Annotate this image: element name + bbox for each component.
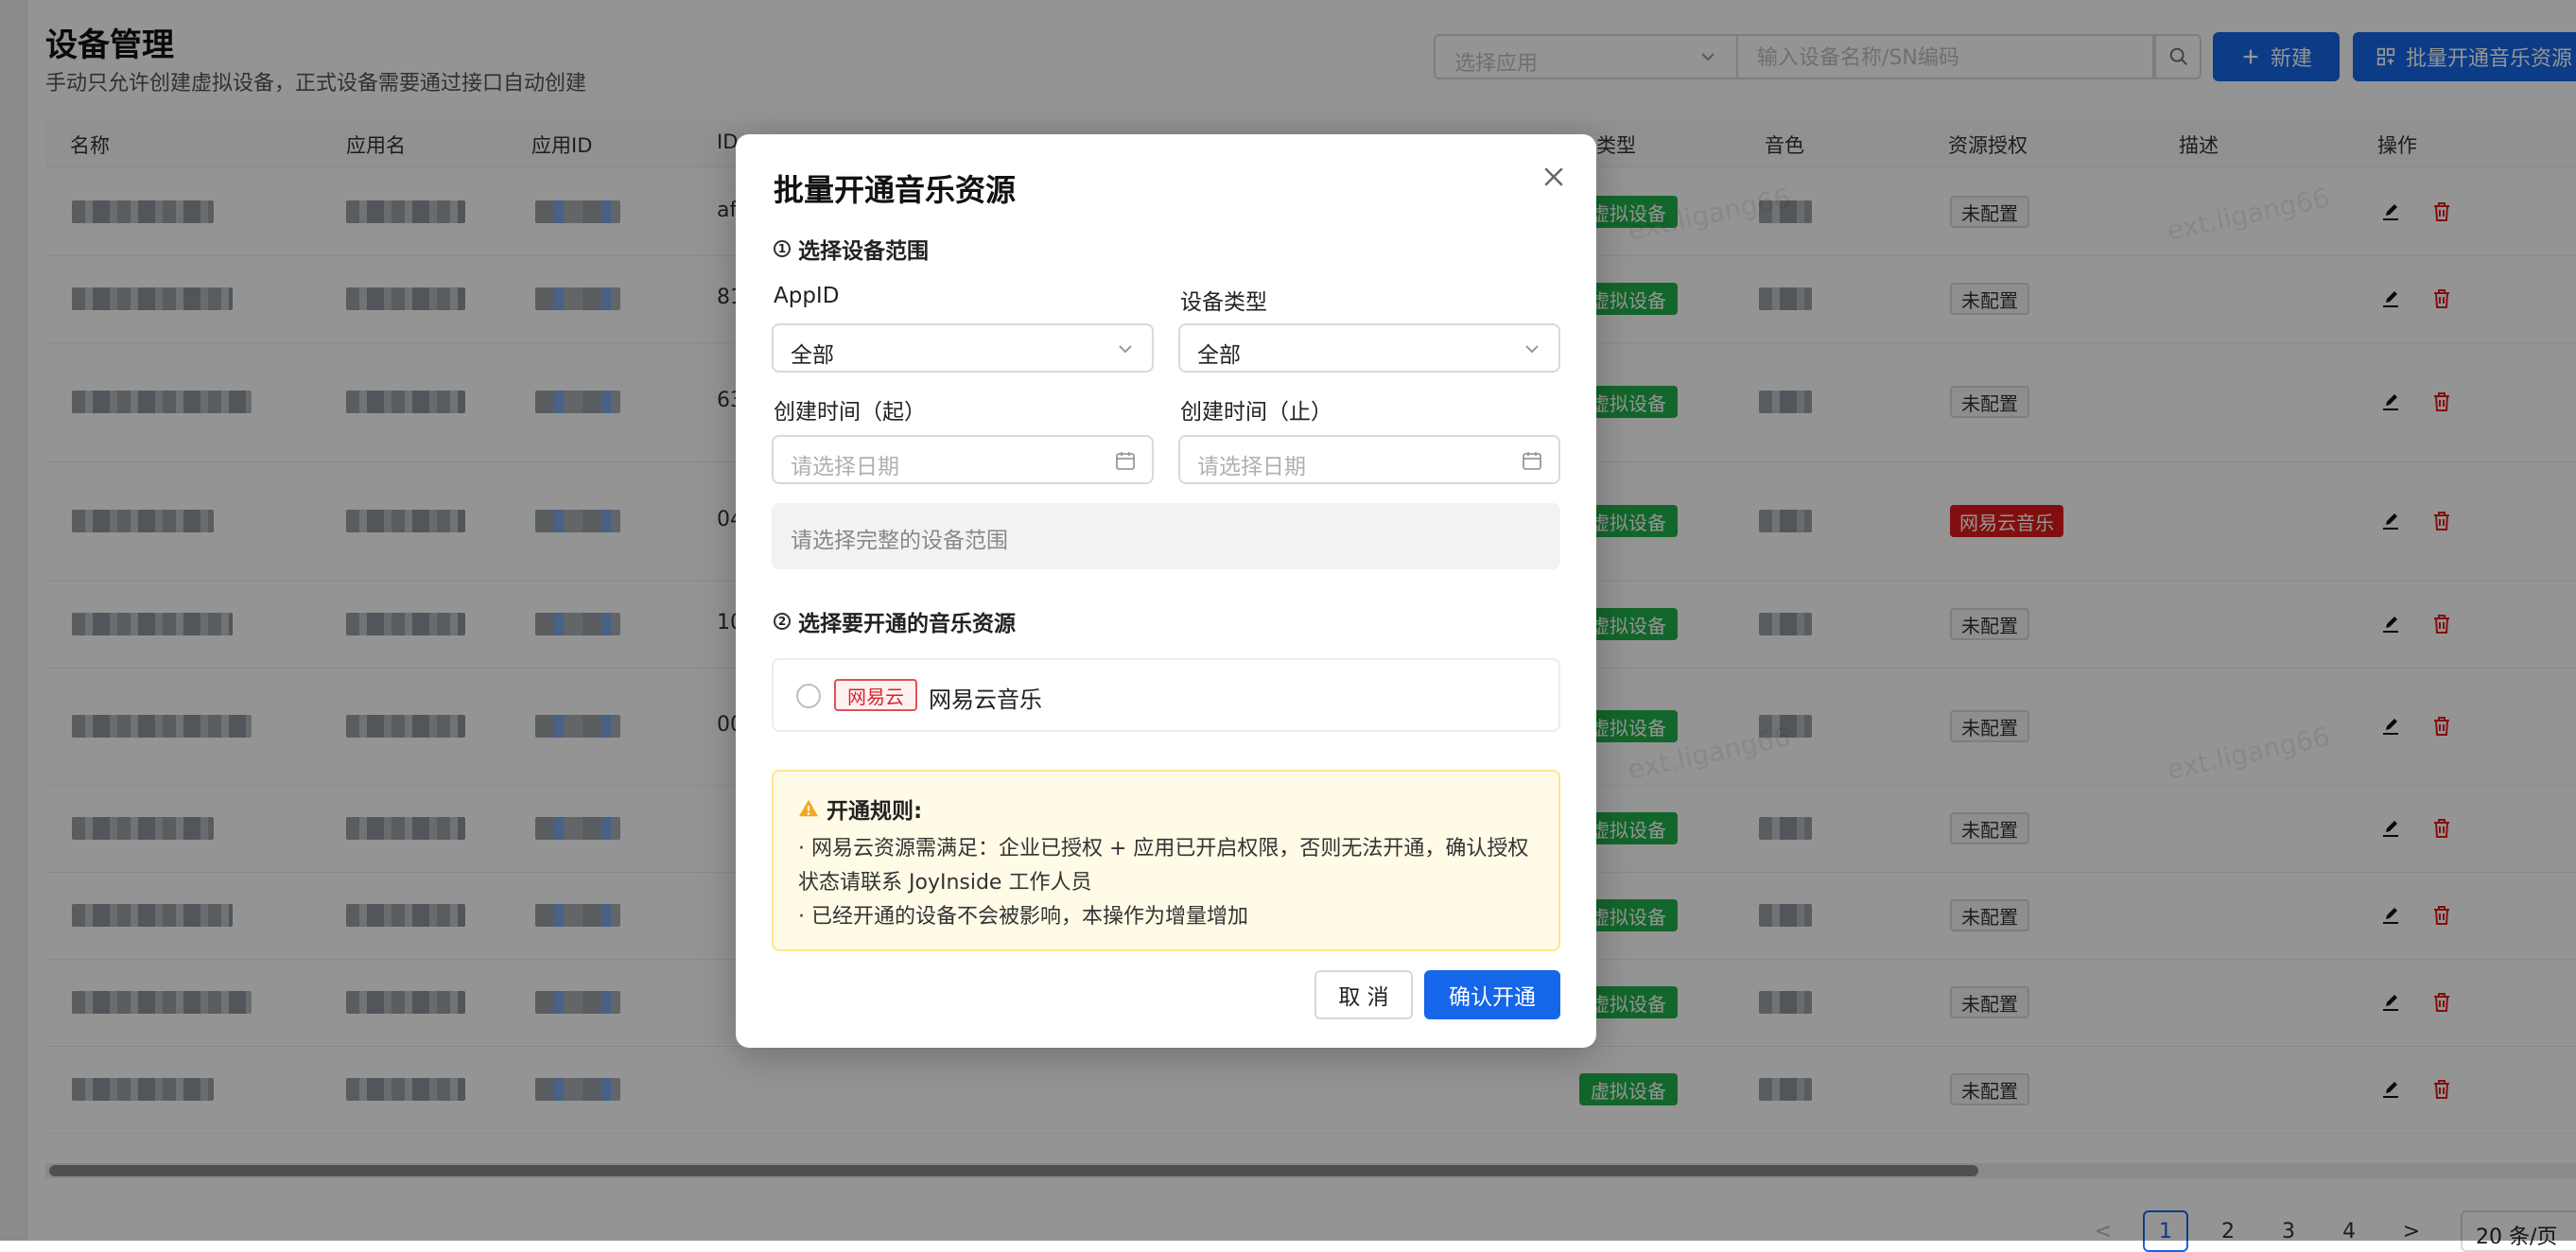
range-hint-text: 请选择完整的设备范围 (791, 529, 1008, 553)
appid-value: 全部 (791, 343, 834, 368)
appid-label: AppID (774, 284, 840, 308)
end-date-placeholder: 请选择日期 (1197, 455, 1306, 479)
close-icon[interactable] (1540, 163, 1568, 191)
end-date-picker[interactable]: 请选择日期 (1178, 435, 1560, 484)
step1-title: 选择设备范围 (798, 239, 929, 264)
resource-radio[interactable] (796, 684, 821, 708)
step2-number: 2 (774, 613, 791, 630)
activation-rules: 开通规则: · 网易云资源需满足：企业已授权 + 应用已开启权限，否则无法开通，… (772, 770, 1560, 951)
warning-icon (798, 799, 819, 817)
end-date-label: 创建时间（止） (1180, 400, 1332, 425)
rule-line-2: · 已经开通的设备不会被影响，本操作为增量增加 (798, 905, 1248, 929)
start-date-label: 创建时间（起） (774, 400, 926, 425)
rules-title: 开通规则: (827, 799, 923, 824)
step2-title: 选择要开通的音乐资源 (798, 612, 1016, 636)
step2-heading: 2 选择要开通的音乐资源 (774, 605, 1016, 637)
start-date-picker[interactable]: 请选择日期 (772, 435, 1154, 484)
batch-music-modal: 批量开通音乐资源 1 选择设备范围 AppID 全部 设备类型 全部 创建时间（… (736, 134, 1596, 1048)
resource-name: 网易云音乐 (929, 687, 1042, 713)
confirm-activate-button[interactable]: 确认开通 (1424, 970, 1560, 1019)
device-type-label: 设备类型 (1180, 290, 1267, 315)
device-type-select[interactable]: 全部 (1178, 323, 1560, 373)
cancel-button[interactable]: 取 消 (1314, 970, 1413, 1019)
calendar-icon (1523, 452, 1541, 470)
appid-select[interactable]: 全部 (772, 323, 1154, 373)
netease-brand-tag: 网易云 (834, 679, 917, 711)
calendar-icon (1116, 452, 1135, 470)
netease-resource-option[interactable]: 网易云 网易云音乐 (772, 658, 1560, 732)
rule-line-1: · 网易云资源需满足：企业已授权 + 应用已开启权限，否则无法开通，确认授权状态… (798, 837, 1529, 895)
step1-number: 1 (774, 240, 791, 257)
step1-heading: 1 选择设备范围 (774, 233, 929, 265)
device-type-value: 全部 (1197, 343, 1241, 368)
chevron-down-icon (1525, 345, 1539, 354)
start-date-placeholder: 请选择日期 (791, 455, 899, 479)
range-hint: 请选择完整的设备范围 (772, 503, 1560, 569)
modal-title: 批量开通音乐资源 (774, 172, 1017, 208)
rules-heading: 开通规则: (798, 792, 922, 825)
chevron-down-icon (1119, 345, 1132, 354)
